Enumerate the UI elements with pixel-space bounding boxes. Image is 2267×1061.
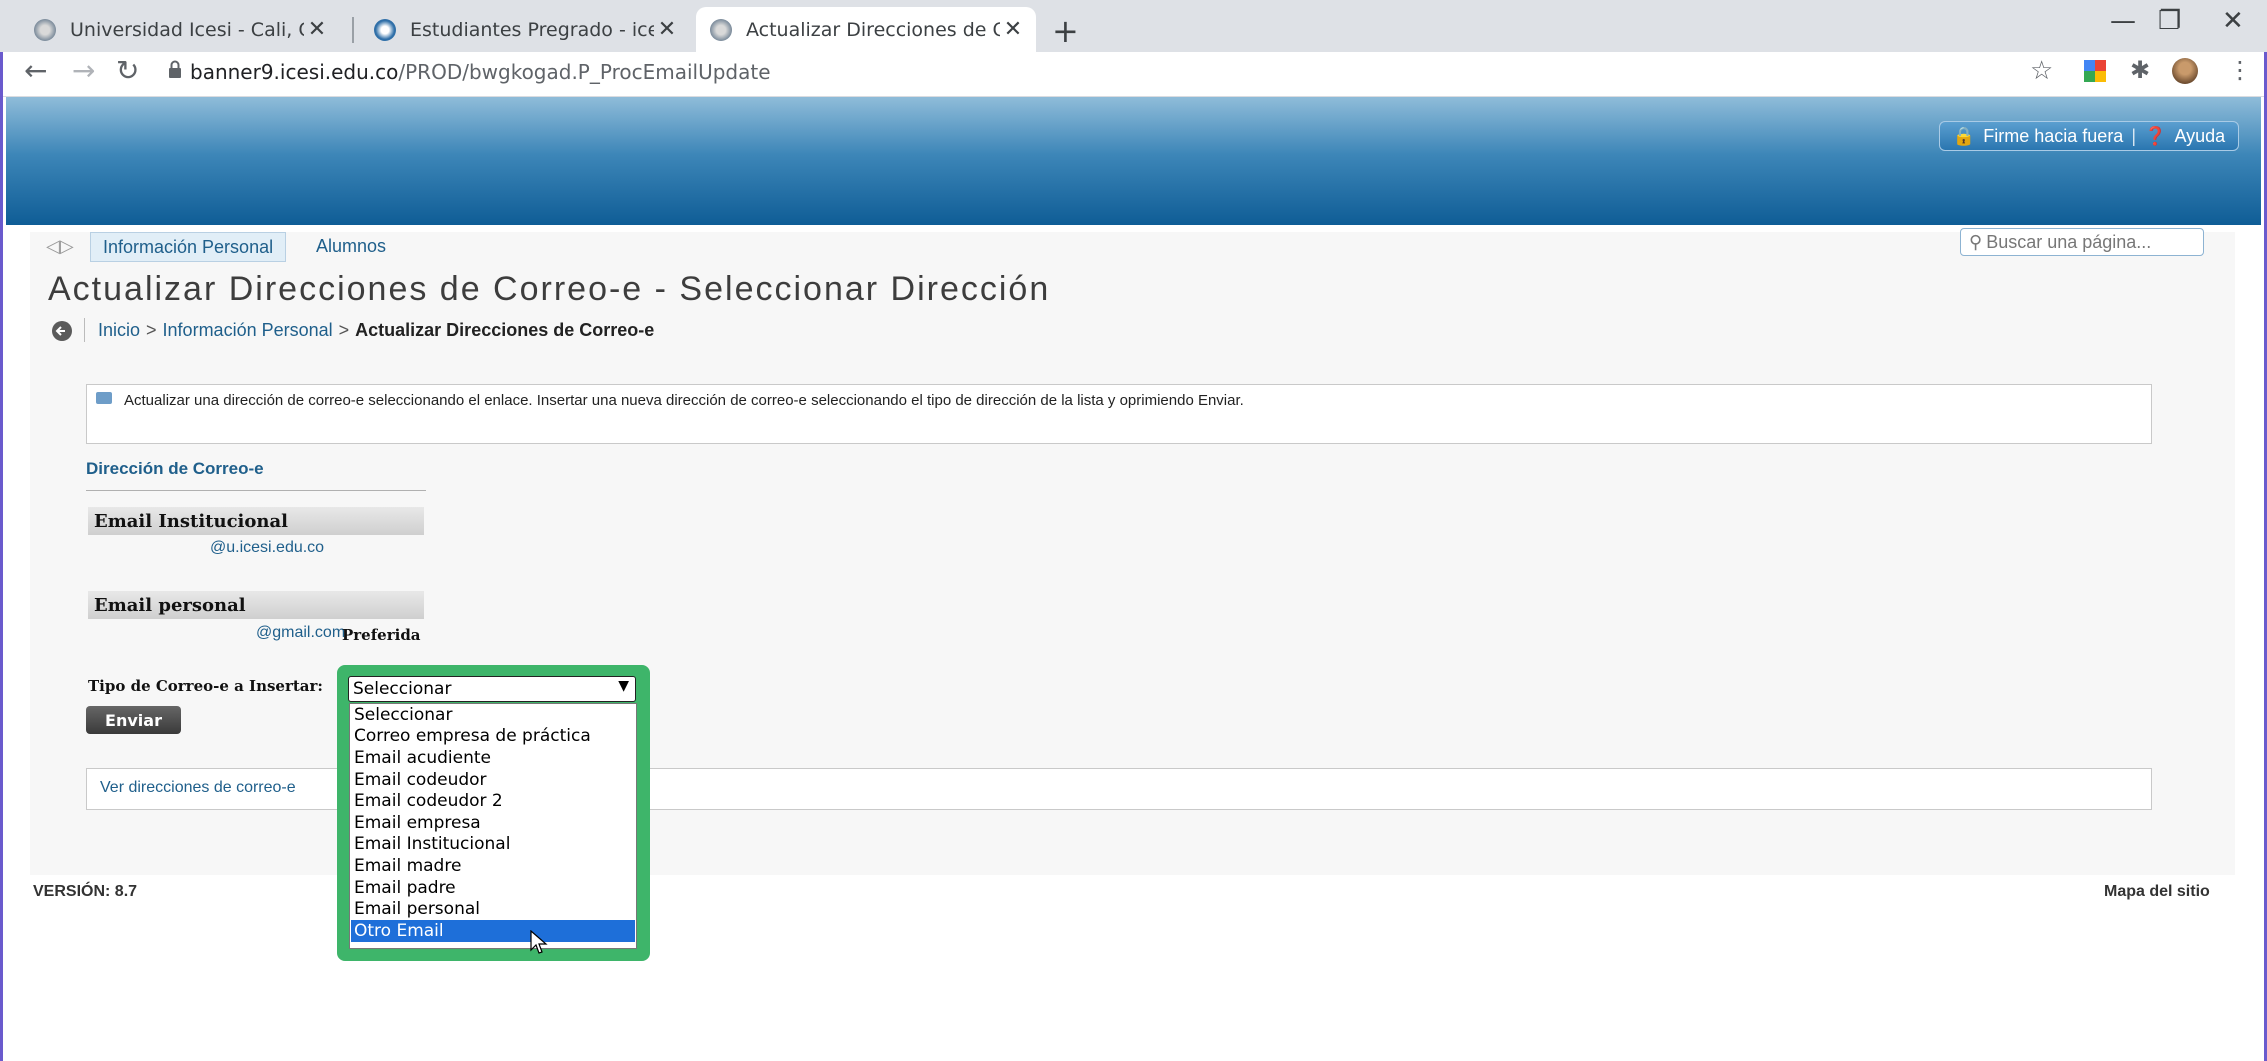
menu-dots-icon[interactable]: ⋮ xyxy=(2228,56,2252,84)
personal-email-link[interactable]: @gmail.com xyxy=(256,624,345,642)
version-label: VERSIÓN: 8.7 xyxy=(33,883,138,900)
extensions-puzzle-icon[interactable]: ✱ xyxy=(2130,56,2150,84)
tab-alumnos[interactable]: Alumnos xyxy=(316,236,386,257)
lock-icon: 🔒 xyxy=(1952,125,1976,146)
extension-icon[interactable] xyxy=(2084,60,2106,82)
tab-title: Actualizar Direcciones de Correo-e xyxy=(746,18,1000,41)
browser-tab-strip xyxy=(0,0,2267,52)
url-path: /PROD/bwgkogad.P_ProcEmailUpdate xyxy=(398,60,771,84)
restore-icon[interactable]: ❐ xyxy=(2158,6,2181,36)
url-host: banner9.icesi.edu.co xyxy=(190,60,399,84)
separator: | xyxy=(2131,125,2137,146)
option-email-padre[interactable]: Email padre xyxy=(351,877,635,899)
tab-title: Universidad Icesi - Cali, Colombia xyxy=(70,18,304,41)
section-title: Dirección de Correo-e xyxy=(86,459,264,478)
site-banner xyxy=(6,97,2261,225)
institutional-email-label: Email Institucional xyxy=(88,507,424,535)
section-divider xyxy=(86,490,426,491)
close-window-icon[interactable]: ✕ xyxy=(2222,6,2244,36)
breadcrumb-current: Actualizar Direcciones de Correo-e xyxy=(355,320,655,340)
search-icon: ⚲ xyxy=(1969,231,1983,252)
insert-type-label: Tipo de Correo-e a Insertar: xyxy=(88,677,323,695)
select-current-value: Seleccionar xyxy=(353,679,452,699)
info-text: Actualizar una dirección de correo-e sel… xyxy=(124,392,1244,409)
email-type-select[interactable]: Seleccionar ▼ xyxy=(348,676,636,702)
back-arrow-icon xyxy=(55,326,65,336)
tab-title: Estudiantes Pregrado - icesi.edu.co xyxy=(410,18,654,41)
site-favicon-icon xyxy=(34,18,56,41)
option-otro-email[interactable]: Otro Email xyxy=(351,920,635,942)
option-correo-empresa-practica[interactable]: Correo empresa de práctica xyxy=(351,726,635,748)
help-link[interactable]: Ayuda xyxy=(2174,126,2225,147)
new-tab-icon[interactable]: + xyxy=(1052,12,1079,50)
option-email-personal[interactable]: Email personal xyxy=(351,898,635,920)
help-icon: ❓ xyxy=(2144,125,2167,146)
option-email-empresa[interactable]: Email empresa xyxy=(351,812,635,834)
tab-informacion-personal[interactable]: Información Personal xyxy=(90,232,287,262)
left-border xyxy=(0,52,3,1061)
tab-separator xyxy=(352,17,354,43)
view-addresses-link[interactable]: Ver direcciones de correo-e xyxy=(100,779,296,797)
submit-button[interactable]: Enviar xyxy=(86,706,181,734)
tab-actualizar-direcciones[interactable]: Actualizar Direcciones de Correo-e ✕ xyxy=(696,7,1036,52)
option-email-codeudor-2[interactable]: Email codeudor 2 xyxy=(351,790,635,812)
menu-scroll-arrows-icon[interactable]: ◁▷ xyxy=(46,236,74,257)
tab-estudiantes-pregrado[interactable]: Estudiantes Pregrado - icesi.edu.co ✕ xyxy=(360,7,690,52)
close-tab-icon[interactable]: ✕ xyxy=(1000,17,1026,42)
message-icon xyxy=(96,392,112,404)
option-email-codeudor[interactable]: Email codeudor xyxy=(351,769,635,791)
institutional-email-link[interactable]: @u.icesi.edu.co xyxy=(210,539,324,557)
preferred-badge: Preferida xyxy=(342,626,421,644)
profile-avatar[interactable] xyxy=(2172,58,2198,84)
signout-link[interactable]: Firme hacia fuera xyxy=(1983,126,2123,147)
breadcrumb-inicio[interactable]: Inicio xyxy=(98,320,140,340)
page-title: Actualizar Direcciones de Correo-e - Sel… xyxy=(48,270,1051,308)
address-bar[interactable]: banner9.icesi.edu.co/PROD/bwgkogad.P_Pro… xyxy=(190,60,771,84)
close-tab-icon[interactable]: ✕ xyxy=(304,17,330,42)
bookmark-star-icon[interactable]: ☆ xyxy=(2030,56,2053,86)
search-input[interactable]: ⚲ Buscar una página... xyxy=(1960,228,2204,256)
reload-icon[interactable]: ↻ xyxy=(116,54,139,87)
email-type-options: Seleccionar Correo empresa de práctica E… xyxy=(349,703,637,949)
breadcrumb-informacion-personal[interactable]: Información Personal xyxy=(163,320,333,340)
site-favicon-icon xyxy=(374,18,396,41)
option-email-acudiente[interactable]: Email acudiente xyxy=(351,747,635,769)
option-email-institucional[interactable]: Email Institucional xyxy=(351,834,635,856)
chevron-down-icon: ▼ xyxy=(618,678,629,694)
personal-email-label: Email personal xyxy=(88,591,424,619)
option-seleccionar[interactable]: Seleccionar xyxy=(351,704,635,726)
breadcrumb: Inicio > Información Personal > Actualizar D… xyxy=(98,320,655,340)
site-favicon-icon xyxy=(710,18,732,41)
sitemap-link[interactable]: Mapa del sitio xyxy=(2104,883,2210,901)
divider xyxy=(84,318,85,342)
close-tab-icon[interactable]: ✕ xyxy=(654,17,680,42)
search-placeholder: Buscar una página... xyxy=(1986,231,2152,252)
mouse-cursor-icon xyxy=(530,930,548,954)
lock-icon xyxy=(169,60,181,78)
user-menu: 🔒 Firme hacia fuera | ❓ Ayuda xyxy=(1939,121,2239,151)
forward-arrow-icon[interactable]: → xyxy=(72,54,95,87)
minimize-icon[interactable]: — xyxy=(2110,6,2136,36)
tab-universidad-icesi[interactable]: Universidad Icesi - Cali, Colombia ✕ xyxy=(20,7,340,52)
back-arrow-icon[interactable]: ← xyxy=(24,54,47,87)
option-email-madre[interactable]: Email madre xyxy=(351,855,635,877)
back-button[interactable] xyxy=(52,321,72,341)
